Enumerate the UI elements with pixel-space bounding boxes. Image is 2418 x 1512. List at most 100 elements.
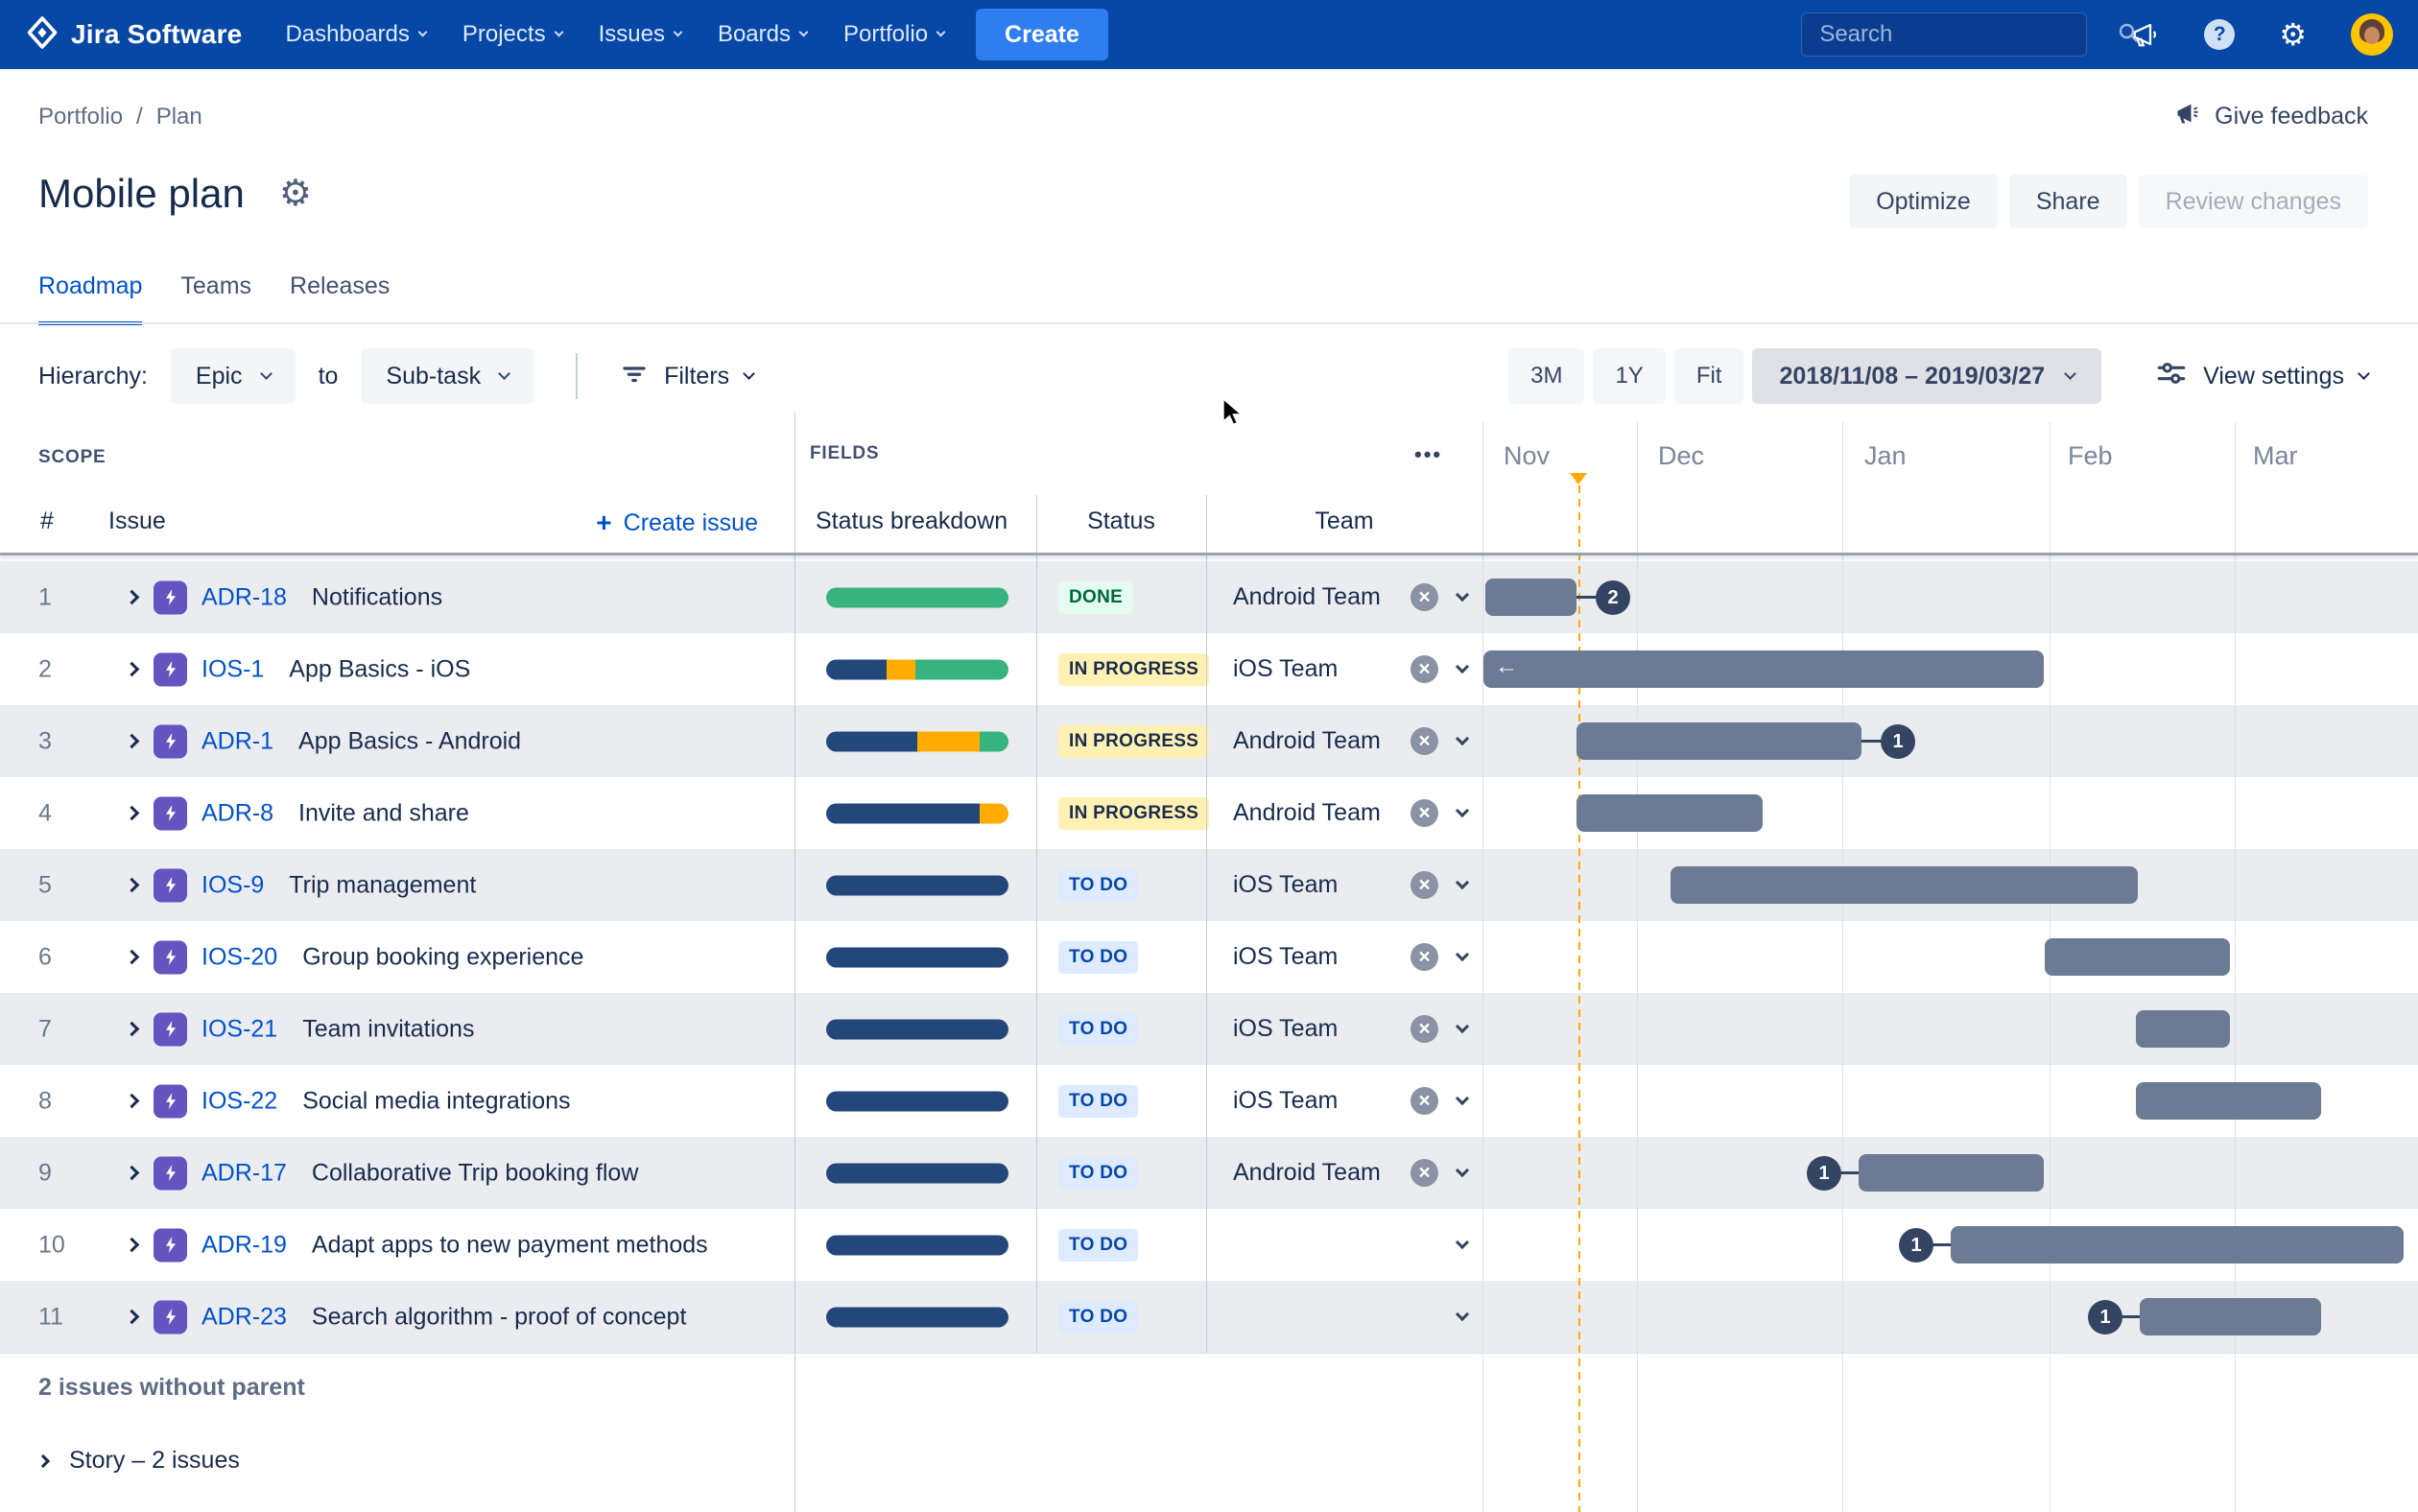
team-dropdown-chevron-icon[interactable] [1456, 732, 1469, 745]
team-dropdown-chevron-icon[interactable] [1456, 1092, 1469, 1105]
remove-team-icon[interactable]: × [1410, 1159, 1438, 1187]
nav-item-dashboards[interactable]: Dashboards [267, 0, 443, 69]
hierarchy-from-dropdown[interactable]: Epic [171, 348, 296, 404]
breadcrumb-plan[interactable]: Plan [156, 104, 202, 130]
tab-roadmap[interactable]: Roadmap [38, 272, 142, 325]
issue-key-link[interactable]: IOS-20 [202, 943, 277, 971]
expand-chevron-icon[interactable] [125, 805, 140, 820]
nav-item-issues[interactable]: Issues [581, 0, 699, 69]
help-icon[interactable]: ? [2204, 19, 2235, 50]
range-1y-button[interactable]: 1Y [1593, 348, 1665, 404]
remove-team-icon[interactable]: × [1410, 655, 1438, 683]
issue-key-link[interactable]: IOS-9 [202, 871, 264, 899]
issue-key-link[interactable]: ADR-17 [202, 1159, 287, 1187]
team-cell[interactable]: iOS Team × [1206, 633, 1482, 705]
expand-chevron-icon[interactable] [125, 589, 140, 604]
global-search[interactable] [1801, 12, 2087, 57]
date-range-dropdown[interactable]: 2018/11/08 – 2019/03/27 [1752, 348, 2101, 404]
gantt-bar[interactable] [1859, 1154, 2044, 1192]
dependency-count-badge[interactable]: 1 [1807, 1156, 1841, 1191]
gantt-bar[interactable] [1671, 866, 2138, 904]
issue-key-link[interactable]: IOS-1 [202, 655, 264, 683]
team-cell[interactable]: iOS Team × [1206, 921, 1482, 993]
remove-team-icon[interactable]: × [1410, 943, 1438, 971]
team-cell[interactable]: Android Team × [1206, 561, 1482, 633]
nav-item-boards[interactable]: Boards [699, 0, 825, 69]
remove-team-icon[interactable]: × [1410, 799, 1438, 827]
issue-key-link[interactable]: ADR-8 [202, 799, 273, 827]
expand-chevron-icon[interactable] [125, 1309, 140, 1324]
remove-team-icon[interactable]: × [1410, 583, 1438, 611]
jira-brand[interactable]: Jira Software [25, 15, 242, 55]
issue-key-link[interactable]: ADR-19 [202, 1231, 287, 1259]
dependency-count-badge[interactable]: 2 [1596, 580, 1630, 615]
team-dropdown-chevron-icon[interactable] [1456, 876, 1469, 889]
team-dropdown-chevron-icon[interactable] [1456, 1020, 1469, 1033]
expand-chevron-icon[interactable] [125, 1165, 140, 1180]
remove-team-icon[interactable]: × [1410, 727, 1438, 755]
team-cell[interactable]: iOS Team × [1206, 849, 1482, 921]
gantt-bar[interactable] [2045, 938, 2230, 976]
team-dropdown-chevron-icon[interactable] [1456, 1308, 1469, 1321]
filters-button[interactable]: Filters [620, 359, 753, 394]
team-dropdown-chevron-icon[interactable] [1456, 588, 1469, 602]
optimize-button[interactable]: Optimize [1849, 175, 1998, 228]
user-avatar[interactable] [2351, 13, 2393, 56]
team-dropdown-chevron-icon[interactable] [1456, 1236, 1469, 1249]
issue-key-link[interactable]: IOS-21 [202, 1015, 277, 1043]
remove-team-icon[interactable]: × [1410, 871, 1438, 899]
issue-key-link[interactable]: ADR-1 [202, 727, 273, 755]
tab-teams[interactable]: Teams [180, 272, 251, 325]
plan-settings-gear-icon[interactable]: ⚙ [279, 176, 312, 212]
team-dropdown-chevron-icon[interactable] [1456, 948, 1469, 961]
give-feedback-button[interactable]: Give feedback [2174, 100, 2368, 133]
expand-chevron-icon[interactable] [125, 733, 140, 748]
dependency-count-badge[interactable]: 1 [1899, 1228, 1933, 1263]
expand-chevron-icon[interactable] [125, 877, 140, 892]
gantt-bar[interactable] [1951, 1226, 2404, 1264]
announcements-icon[interactable] [2131, 20, 2160, 49]
gantt-bar[interactable] [1576, 794, 1763, 832]
team-dropdown-chevron-icon[interactable] [1456, 660, 1469, 673]
expand-chevron-icon[interactable] [125, 1237, 140, 1252]
issue-key-link[interactable]: ADR-23 [202, 1303, 287, 1331]
view-settings-button[interactable]: View settings [2155, 357, 2368, 396]
expand-chevron-icon[interactable] [125, 949, 140, 964]
settings-gear-icon[interactable]: ⚙ [2279, 19, 2307, 50]
nav-item-portfolio[interactable]: Portfolio [825, 0, 962, 69]
create-button[interactable]: Create [976, 9, 1108, 60]
remove-team-icon[interactable]: × [1410, 1087, 1438, 1115]
tab-releases[interactable]: Releases [290, 272, 390, 325]
issue-key-link[interactable]: IOS-22 [202, 1087, 277, 1115]
nav-item-projects[interactable]: Projects [444, 0, 581, 69]
gantt-bar[interactable] [1576, 722, 1861, 760]
gantt-bar[interactable] [2136, 1010, 2230, 1048]
gantt-bar[interactable]: ← [1483, 650, 2044, 688]
range-3m-button[interactable]: 3M [1508, 348, 1584, 404]
remove-team-icon[interactable]: × [1410, 1015, 1438, 1043]
team-cell[interactable]: iOS Team × [1206, 993, 1482, 1065]
team-cell[interactable]: Android Team × [1206, 705, 1482, 777]
dependency-count-badge[interactable]: 1 [2088, 1300, 2122, 1335]
expand-chevron-icon[interactable] [125, 661, 140, 676]
create-issue-button[interactable]: + Create issue [596, 508, 758, 538]
search-input[interactable] [1819, 21, 2117, 48]
gantt-bar[interactable] [2140, 1298, 2321, 1335]
range-fit-button[interactable]: Fit [1674, 348, 1744, 404]
team-cell[interactable] [1206, 1209, 1482, 1281]
team-cell[interactable] [1206, 1281, 1482, 1353]
team-cell[interactable]: Android Team × [1206, 777, 1482, 849]
issue-key-link[interactable]: ADR-18 [202, 583, 287, 611]
gantt-bar[interactable] [1485, 579, 1576, 616]
story-group-row[interactable]: Story – 2 issues [38, 1447, 240, 1475]
expand-chevron-icon[interactable] [125, 1093, 140, 1108]
team-dropdown-chevron-icon[interactable] [1456, 804, 1469, 817]
expand-chevron-icon[interactable] [125, 1021, 140, 1036]
team-cell[interactable]: Android Team × [1206, 1137, 1482, 1209]
gantt-bar[interactable] [2136, 1082, 2321, 1120]
share-button[interactable]: Share [2009, 175, 2127, 228]
team-cell[interactable]: iOS Team × [1206, 1065, 1482, 1137]
team-dropdown-chevron-icon[interactable] [1456, 1164, 1469, 1177]
more-options-button[interactable]: ••• [1414, 442, 1442, 467]
review-changes-button[interactable]: Review changes [2139, 175, 2368, 228]
